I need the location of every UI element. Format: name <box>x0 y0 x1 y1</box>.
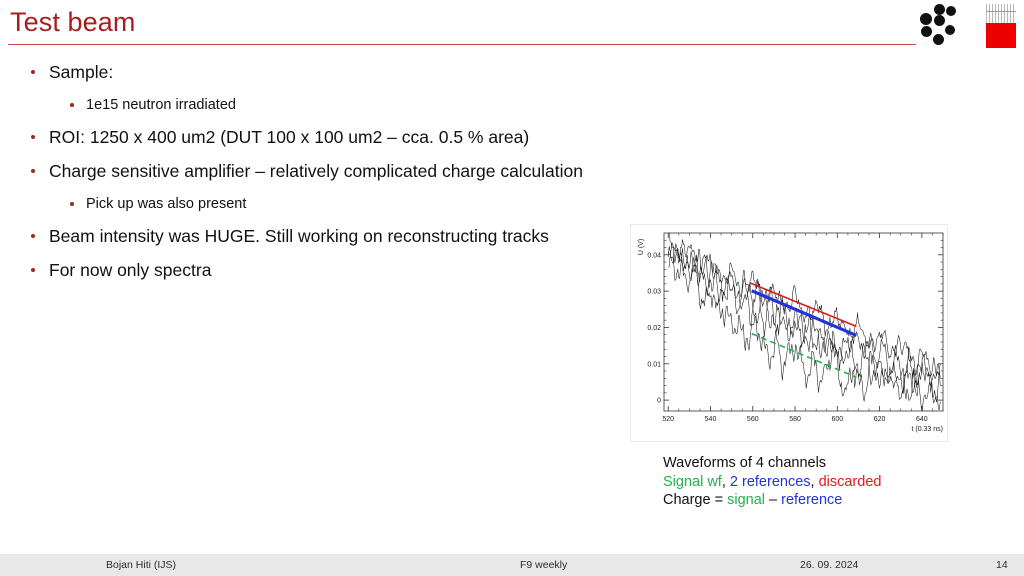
caption-line-1: Waveforms of 4 channels <box>663 455 827 471</box>
bullet-dot-icon <box>70 103 74 107</box>
atlas-logo-lines <box>986 4 1016 23</box>
svg-text:0.03: 0.03 <box>647 289 661 296</box>
bullet-item: Beam intensity was HUGE. Still working o… <box>24 226 624 247</box>
jozef-stefan-institute-logo <box>916 2 960 46</box>
bullet-text: For now only spectra <box>49 260 212 280</box>
bullet-text: Beam intensity was HUGE. Still working o… <box>49 226 549 246</box>
bullet-dot-icon <box>31 135 35 139</box>
atlas-experiment-logo <box>986 4 1016 48</box>
caption-charge-minus: – <box>764 492 782 508</box>
svg-text:0: 0 <box>657 398 661 405</box>
svg-text:580: 580 <box>789 416 801 423</box>
caption-charge-prefix: Charge = <box>663 492 728 508</box>
bullet-item: 1e15 neutron irradiated <box>24 96 624 114</box>
caption-references-label: 2 references <box>729 473 811 490</box>
footer-author: Bojan Hiti (IJS) <box>106 559 177 571</box>
footer-event: F9 weekly <box>520 559 568 571</box>
caption-sep-1: , <box>721 473 730 490</box>
bullet-text: Pick up was also present <box>86 196 247 212</box>
logo-group <box>916 2 1016 50</box>
bullet-item: Pick up was also present <box>24 195 624 213</box>
bullet-dot-icon <box>31 268 35 272</box>
waveform-plot-svg: 520 540 560 580 600 620 640 0 0.01 0.02 0.03 0.04U … <box>631 225 947 441</box>
svg-text:640: 640 <box>916 416 928 423</box>
svg-text:t (0.33 ns): t (0.33 ns) <box>911 426 943 433</box>
svg-text:560: 560 <box>747 416 759 423</box>
caption-signal-label: Signal wf <box>663 473 722 490</box>
svg-text:U (V): U (V) <box>638 239 645 255</box>
svg-text:520: 520 <box>662 416 674 423</box>
bullet-text: ROI: 1250 x 400 um2 (DUT 100 x 100 um2 –… <box>49 127 530 147</box>
caption-line-3: Charge = signal – reference <box>663 491 973 510</box>
slide-body: Sample: 1e15 neutron irradiated ROI: 125… <box>24 62 624 294</box>
caption-line-2: Signal wf, 2 references, discarded <box>663 473 973 492</box>
bullet-text: Sample: <box>49 62 114 82</box>
bullet-item: Charge sensitive amplifier – relatively … <box>24 161 624 182</box>
title-divider <box>8 44 928 45</box>
svg-text:600: 600 <box>831 416 843 423</box>
caption-charge-signal: signal <box>727 492 765 508</box>
page-title: Test beam <box>10 7 136 37</box>
atlas-logo-bar <box>986 23 1016 48</box>
bullet-item: ROI: 1250 x 400 um2 (DUT 100 x 100 um2 –… <box>24 127 624 148</box>
caption-charge-reference: reference <box>781 492 843 508</box>
bullet-dot-icon <box>31 70 35 74</box>
waveform-plot-figure: 520 540 560 580 600 620 640 0 0.01 0.02 0.03 0.04 U … <box>630 224 948 442</box>
figure-caption: Waveforms of 4 channels Signal wf, 2 ref… <box>663 454 973 510</box>
svg-text:0.02: 0.02 <box>647 325 661 332</box>
bullet-dot-icon <box>70 202 74 206</box>
bullet-dot-icon <box>31 234 35 238</box>
svg-text:620: 620 <box>874 416 886 423</box>
footer-page-number: 14 <box>996 559 1008 571</box>
bullet-text: Charge sensitive amplifier – relatively … <box>49 161 584 181</box>
bullet-text: 1e15 neutron irradiated <box>86 97 236 113</box>
svg-text:540: 540 <box>705 416 717 423</box>
caption-discarded-label: discarded <box>818 473 882 490</box>
caption-sep-2: , <box>810 473 819 490</box>
footer-date: 26. 09. 2024 <box>800 559 859 571</box>
svg-text:0.01: 0.01 <box>647 361 661 368</box>
svg-text:0.04: 0.04 <box>647 252 661 259</box>
bullet-dot-icon <box>31 169 35 173</box>
bullet-item: Sample: <box>24 62 624 83</box>
bullet-item: For now only spectra <box>24 260 624 281</box>
slide-footer: Bojan Hiti (IJS) F9 weekly 26. 09. 2024 … <box>0 554 1024 576</box>
